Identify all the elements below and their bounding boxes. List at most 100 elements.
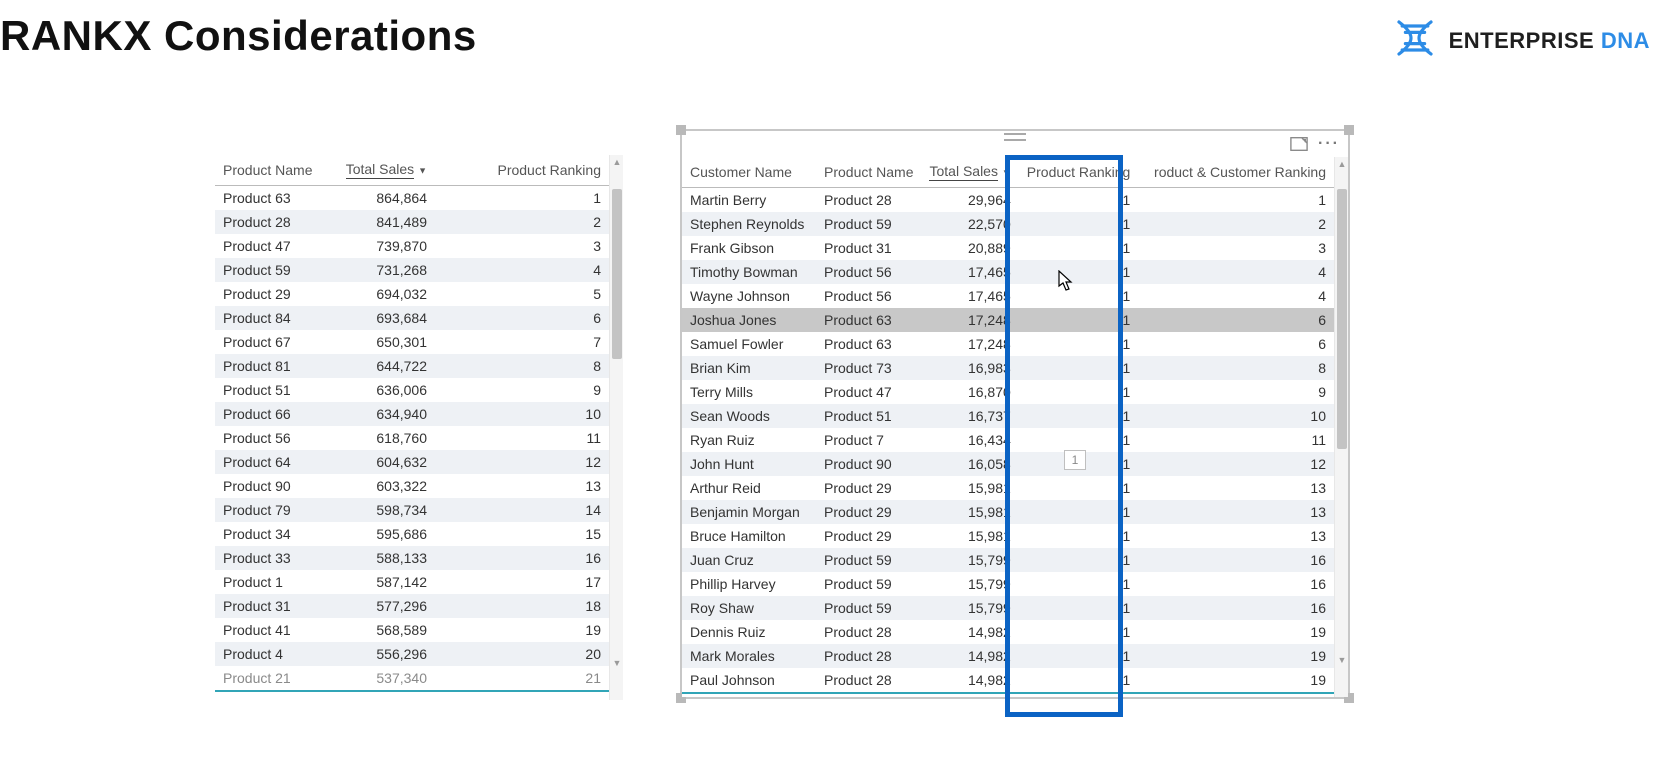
cell-product: Product 28	[215, 210, 325, 234]
table-row[interactable]: Arthur ReidProduct 2915,981113	[682, 476, 1334, 500]
customer-product-ranking-visual[interactable]: ··· Customer Name Product Name Total Sal…	[680, 129, 1350, 699]
resize-handle[interactable]	[676, 125, 686, 135]
cell-sales: 15,981	[921, 524, 1018, 548]
table-row[interactable]: Terry MillsProduct 4716,87019	[682, 380, 1334, 404]
customer-product-table[interactable]: Customer Name Product Name Total Sales ▼…	[682, 157, 1334, 697]
table-row[interactable]: Mark MoralesProduct 2814,982119	[682, 644, 1334, 668]
table-row[interactable]: Product 56618,76011	[215, 426, 609, 450]
table-row[interactable]: Product 59731,2684	[215, 258, 609, 282]
table-row[interactable]: Samuel FowlerProduct 6317,24816	[682, 332, 1334, 356]
table-row[interactable]: Product 28841,4892	[215, 210, 609, 234]
table-row[interactable]: Product 47739,8703	[215, 234, 609, 258]
cell-pcrank: 1	[1138, 188, 1334, 213]
table-row[interactable]: Product 31577,29618	[215, 594, 609, 618]
product-ranking-table-visual[interactable]: Product Name Total Sales ▼ Product Ranki…	[215, 155, 623, 700]
sort-desc-icon: ▼	[418, 165, 427, 175]
table-row[interactable]: Product 41568,58919	[215, 618, 609, 642]
col-product-ranking[interactable]: Product Ranking	[1019, 157, 1139, 188]
cell-rank: 14	[435, 498, 609, 522]
scroll-up-icon[interactable]: ▲	[612, 157, 622, 167]
cell-customer: John Hunt	[682, 452, 816, 476]
scroll-down-icon[interactable]: ▼	[612, 658, 622, 668]
table-row[interactable]: Frank GibsonProduct 3120,88913	[682, 236, 1334, 260]
cell-sales: 537,340	[325, 666, 435, 691]
table-row[interactable]: Stephen ReynoldsProduct 5922,57012	[682, 212, 1334, 236]
cell-customer: Joshua Jones	[682, 308, 816, 332]
table-row[interactable]: Product 67650,3017	[215, 330, 609, 354]
cell-product: Product 81	[215, 354, 325, 378]
table-row[interactable]: Paul JohnsonProduct 2814,982119	[682, 668, 1334, 693]
table-row[interactable]: Product 21537,34021	[215, 666, 609, 691]
col-product-customer-ranking[interactable]: roduct & Customer Ranking	[1138, 157, 1334, 188]
cell-rank: 6	[435, 306, 609, 330]
table-row[interactable]: Product 84693,6846	[215, 306, 609, 330]
cell-pcrank: 4	[1138, 260, 1334, 284]
table-row[interactable]: Product 79598,73414	[215, 498, 609, 522]
cell-rank: 1	[1019, 500, 1139, 524]
scroll-down-icon[interactable]: ▼	[1337, 655, 1347, 665]
table-row[interactable]: Ryan RuizProduct 716,434111	[682, 428, 1334, 452]
product-ranking-table[interactable]: Product Name Total Sales ▼ Product Ranki…	[215, 155, 609, 700]
more-options-icon[interactable]: ···	[1320, 136, 1338, 152]
cell-customer: Wayne Johnson	[682, 284, 816, 308]
table-row[interactable]: Sean WoodsProduct 5116,737110	[682, 404, 1334, 428]
cell-sales: 14,982	[921, 644, 1018, 668]
table-row[interactable]: Product 29694,0325	[215, 282, 609, 306]
cell-pcrank: 16	[1138, 548, 1334, 572]
table-row[interactable]: John HuntProduct 9016,058112	[682, 452, 1334, 476]
cell-sales: 14,982	[921, 620, 1018, 644]
cell-sales: 618,760	[325, 426, 435, 450]
cell-rank: 1	[1019, 356, 1139, 380]
resize-handle[interactable]	[1344, 125, 1354, 135]
table-row[interactable]: Benjamin MorganProduct 2915,981113	[682, 500, 1334, 524]
table-row[interactable]: Product 1587,14217	[215, 570, 609, 594]
table-row[interactable]: Product 4556,29620	[215, 642, 609, 666]
col-product-name[interactable]: Product Name	[816, 157, 921, 188]
cell-rank: 1	[435, 186, 609, 211]
table-row[interactable]: Juan CruzProduct 5915,799116	[682, 548, 1334, 572]
col-customer-name[interactable]: Customer Name	[682, 157, 816, 188]
cell-sales: 556,296	[325, 642, 435, 666]
col-total-sales[interactable]: Total Sales ▼	[921, 157, 1018, 188]
table-row[interactable]: Wayne JohnsonProduct 5617,46514	[682, 284, 1334, 308]
cell-rank: 1	[1019, 596, 1139, 620]
scroll-thumb[interactable]	[612, 189, 622, 359]
cell-product: Product 47	[816, 380, 921, 404]
vertical-scrollbar[interactable]: ▲ ▼	[1334, 157, 1348, 697]
cell-product: Product 51	[215, 378, 325, 402]
scroll-up-icon[interactable]: ▲	[1337, 159, 1347, 169]
table-row[interactable]: Product 81644,7228	[215, 354, 609, 378]
table-row[interactable]: Joshua JonesProduct 6317,24816	[682, 308, 1334, 332]
table-row[interactable]: Product 63864,8641	[215, 186, 609, 211]
table-row[interactable]: Bruce HamiltonProduct 2915,981113	[682, 524, 1334, 548]
cell-product: Product 63	[215, 186, 325, 211]
table-row[interactable]: Product 33588,13316	[215, 546, 609, 570]
table-row[interactable]: Dennis RuizProduct 2814,982119	[682, 620, 1334, 644]
cell-product: Product 41	[215, 618, 325, 642]
focus-mode-icon[interactable]	[1290, 136, 1308, 152]
cell-sales: 16,434	[921, 428, 1018, 452]
scroll-thumb[interactable]	[1337, 189, 1347, 449]
table-row[interactable]: Product 64604,63212	[215, 450, 609, 474]
cell-rank: 1	[1019, 452, 1139, 476]
table-row[interactable]: Product 66634,94010	[215, 402, 609, 426]
table-row[interactable]: Phillip HarveyProduct 5915,799116	[682, 572, 1334, 596]
table-row[interactable]: Product 90603,32213	[215, 474, 609, 498]
cell-pcrank: 13	[1138, 524, 1334, 548]
col-product-name[interactable]: Product Name	[215, 155, 325, 186]
cell-rank: 1	[1019, 404, 1139, 428]
table-row[interactable]: Martin BerryProduct 2829,96411	[682, 188, 1334, 213]
cell-product: Product 4	[215, 642, 325, 666]
cell-product: Product 56	[816, 284, 921, 308]
drag-grip-icon[interactable]	[1004, 133, 1026, 141]
table-row[interactable]: Product 34595,68615	[215, 522, 609, 546]
cell-pcrank: 9	[1138, 380, 1334, 404]
table-row[interactable]: Product 51636,0069	[215, 378, 609, 402]
cell-customer: Arthur Reid	[682, 476, 816, 500]
vertical-scrollbar[interactable]: ▲ ▼	[609, 155, 623, 700]
table-row[interactable]: Timothy BowmanProduct 5617,46514	[682, 260, 1334, 284]
table-row[interactable]: Brian KimProduct 7316,98318	[682, 356, 1334, 380]
col-total-sales[interactable]: Total Sales ▼	[325, 155, 435, 186]
table-row[interactable]: Roy ShawProduct 5915,799116	[682, 596, 1334, 620]
col-product-ranking[interactable]: Product Ranking	[435, 155, 609, 186]
